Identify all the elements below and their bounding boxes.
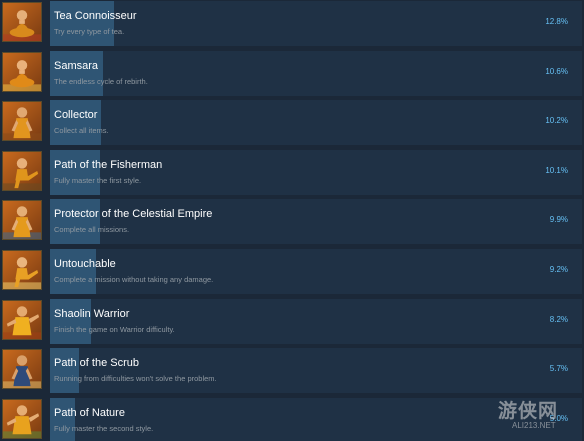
unlock-percentage: 5.7%	[549, 364, 568, 374]
achievement-row[interactable]: Untouchable Complete a mission without ta…	[0, 248, 584, 295]
shaolin-warrior-icon-graphic	[3, 300, 41, 339]
unlock-percentage: 12.8%	[545, 17, 568, 26]
protector-monk-icon	[2, 200, 42, 241]
achievement-row[interactable]: Path of Nature Fully master the second st…	[0, 397, 584, 441]
achievement-description: Fully master the second style.	[54, 423, 154, 433]
unlock-progress-bar	[50, 50, 103, 96]
achievement-row[interactable]: Shaolin Warrior Finish the game on Warrio…	[0, 298, 584, 345]
achievement-title: Path of Nature	[54, 406, 125, 419]
achievement-row[interactable]: Samsara The endless cycle of rebirth. 10.6…	[0, 50, 584, 97]
achievement-panel: Tea Connoisseur Try every type of tea. 12.…	[50, 1, 582, 46]
achievement-description: Running from difficulties won't solve th…	[54, 374, 217, 384]
unlock-percentage: 10.2%	[545, 116, 568, 126]
unlock-progress-bar	[50, 100, 101, 146]
unlock-percentage: 8.2%	[549, 314, 568, 324]
achievement-description: Complete a mission without taking any da…	[54, 275, 214, 284]
achievement-row[interactable]: Protector of the Celestial Empire Complet…	[0, 198, 584, 245]
achievement-row[interactable]: Collector Collect all items. 10.2%	[0, 99, 584, 146]
achievement-panel: Path of the Fisherman Fully master the fi…	[50, 149, 582, 195]
nature-monk-icon-graphic	[3, 399, 41, 438]
untouchable-monk-icon	[2, 250, 42, 290]
achievement-row[interactable]: Path of the Scrub Running from difficulti…	[0, 347, 584, 394]
unlock-progress-bar	[50, 249, 96, 294]
achievement-row[interactable]: Path of the Fisherman Fully master the fi…	[0, 149, 584, 196]
unlock-progress-bar	[50, 348, 79, 394]
achievement-title: Samsara	[54, 59, 99, 72]
scrub-monk-icon-graphic	[3, 350, 41, 389]
nature-monk-icon	[2, 398, 42, 439]
site-watermark: 游侠网 ALI213.NET	[498, 396, 582, 436]
achievement-title: Shaolin Warrior	[54, 307, 130, 320]
achievement-panel: Samsara The endless cycle of rebirth. 10.6…	[50, 50, 582, 96]
tea-monk-icon-graphic	[3, 3, 41, 41]
meditating-monk-icon-graphic	[3, 52, 41, 91]
unlock-progress-bar	[50, 397, 75, 441]
achievement-title: Collector	[54, 109, 98, 122]
achievement-description: Complete all missions.	[54, 225, 130, 235]
unlock-percentage: 10.1%	[545, 165, 568, 175]
achievement-panel: Collector Collect all items. 10.2%	[50, 100, 582, 146]
achievement-row[interactable]: Tea Connoisseur Try every type of tea. 12.…	[0, 0, 584, 47]
achievement-description: Try every type of tea.	[54, 27, 125, 36]
watermark-subtext: ALI213.NET	[512, 421, 556, 430]
achievement-title: Path of the Fisherman	[54, 158, 163, 171]
unlock-progress-bar	[50, 149, 100, 195]
unlock-progress-bar	[50, 199, 100, 245]
achievement-title: Tea Connoisseur	[54, 10, 137, 22]
achievement-description: Collect all items.	[54, 126, 109, 136]
fisherman-monk-icon	[2, 150, 42, 191]
unlock-percentage: 10.6%	[545, 66, 568, 76]
shaolin-warrior-icon	[2, 299, 42, 340]
achievement-panel: Protector of the Celestial Empire Complet…	[50, 199, 582, 245]
tea-monk-icon	[2, 2, 42, 42]
unlock-percentage: 9.2%	[549, 265, 568, 274]
achievement-description: Fully master the first style.	[54, 175, 142, 185]
fisherman-monk-icon-graphic	[3, 151, 41, 190]
unlock-progress-bar	[50, 1, 114, 46]
untouchable-monk-icon-graphic	[3, 251, 41, 289]
achievement-description: Finish the game on Warrior difficulty.	[54, 324, 175, 334]
protector-monk-icon-graphic	[3, 201, 41, 240]
achievement-panel: Untouchable Complete a mission without ta…	[50, 249, 582, 294]
watermark-text: 游侠网	[498, 401, 559, 422]
unlock-percentage: 9.9%	[549, 215, 568, 225]
scrub-monk-icon	[2, 349, 42, 390]
unlock-progress-bar	[50, 298, 91, 344]
meditating-monk-icon	[2, 51, 42, 92]
achievement-title: Path of the Scrub	[54, 357, 139, 370]
achievement-panel: Shaolin Warrior Finish the game on Warrio…	[50, 298, 582, 344]
collector-monk-icon	[2, 101, 42, 142]
achievement-panel: Path of the Scrub Running from difficulti…	[50, 348, 582, 394]
achievement-title: Untouchable	[54, 258, 116, 270]
achievement-title: Protector of the Celestial Empire	[54, 208, 213, 221]
achievement-list: Tea Connoisseur Try every type of tea. 12.…	[0, 0, 584, 441]
collector-monk-icon-graphic	[3, 102, 41, 141]
achievement-description: The endless cycle of rebirth.	[54, 76, 148, 86]
